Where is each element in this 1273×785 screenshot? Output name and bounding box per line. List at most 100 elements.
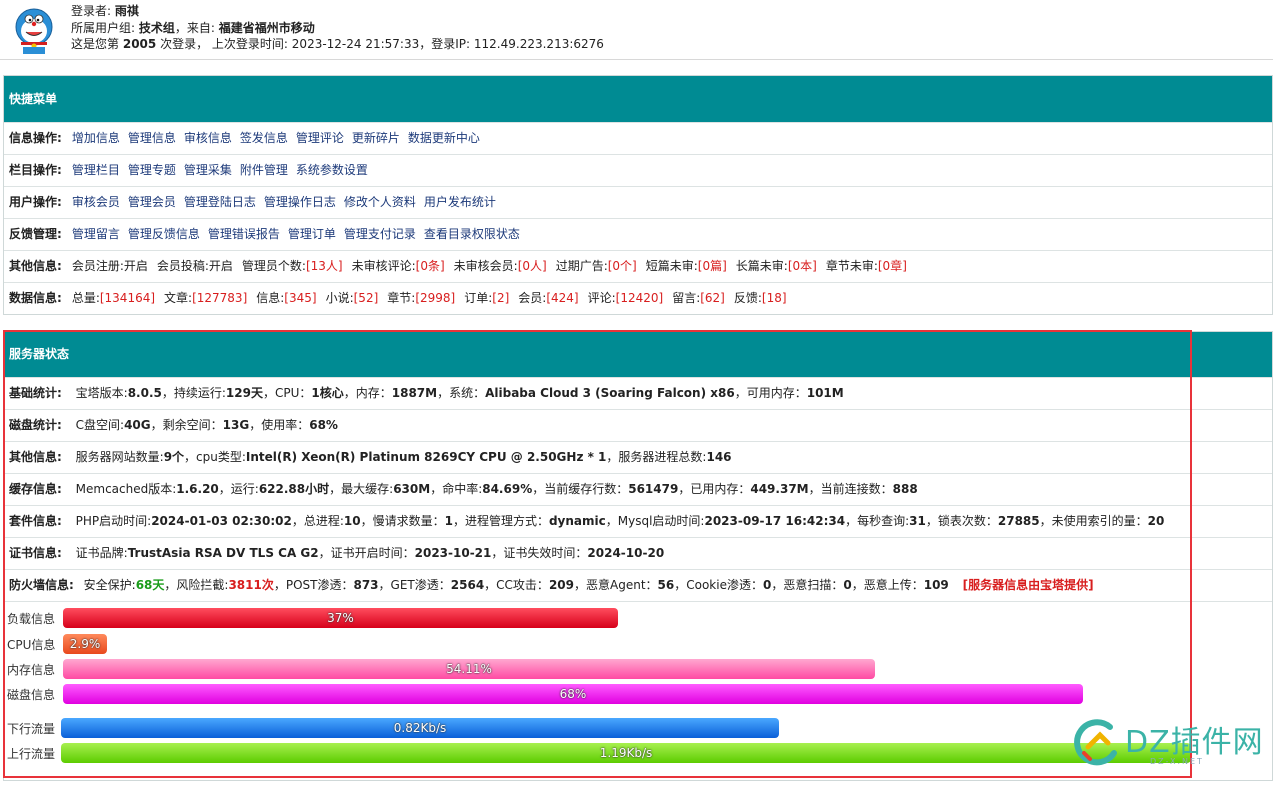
quick-menu-link[interactable]: 管理支付记录 (344, 227, 416, 241)
disk-total: 40G (124, 418, 151, 432)
item-value: [2998] (415, 291, 456, 305)
quick-menu-link[interactable]: 数据更新中心 (408, 131, 480, 145)
avatar (15, 8, 53, 54)
quick-menu-link[interactable]: 管理采集 (184, 163, 232, 177)
item-key: 未审核会员: (453, 259, 518, 273)
item-key: 会员: (518, 291, 547, 305)
login-ip: 112.49.223.213:6276 (473, 37, 604, 51)
user-label: 登录者: (71, 4, 112, 18)
quick-menu-link[interactable]: 修改个人资料 (344, 195, 416, 209)
disk-t1: C盘空间: (75, 418, 125, 432)
status-bar-fill: 37% (63, 608, 618, 628)
other-info-item: 未审核评论:[0条] (352, 259, 445, 273)
data-info-item: 订单:[2] (464, 291, 509, 305)
cache-t5: ，当前缓存行数： (532, 482, 629, 496)
from-label: ，来自: (174, 20, 215, 35)
item-key: 会员投稿:开启 (156, 259, 233, 273)
from-location: 福建省福州市移动 (218, 20, 315, 35)
cache-rows: 561479 (628, 482, 679, 496)
cache-t6: ，已用内存： (678, 482, 751, 496)
item-value: [345] (284, 291, 317, 305)
quick-menu-link[interactable]: 审核会员 (72, 195, 120, 209)
quick-menu-link[interactable]: 用户发布统计 (424, 195, 496, 209)
quick-menu-link[interactable]: 管理反馈信息 (128, 227, 200, 241)
quick-menu-link[interactable]: 管理评论 (296, 131, 344, 145)
item-value: [2] (492, 291, 510, 305)
item-value: [52] (353, 291, 379, 305)
firewall-info-row: 防火墙信息: 安全保护:68天，风险拦截:3811次，POST渗透：873，GE… (4, 569, 1272, 601)
watermark-subtext: DZ-X.NET (1150, 757, 1204, 766)
bt-source-note: [服务器信息由宝塔提供] (962, 578, 1094, 592)
quick-menu-link[interactable]: 查看目录权限状态 (424, 227, 520, 241)
risk-blocked: 3811次 (228, 578, 274, 592)
quick-menu-link[interactable]: 管理会员 (128, 195, 176, 209)
data-info-item: 会员:[424] (518, 291, 578, 305)
basic-t5: ，系统： (437, 386, 486, 400)
basic-t2: ，持续运行: (161, 386, 226, 400)
cert-t3: ，证书失效时间： (491, 546, 588, 560)
cache-used-mem: 449.37M (750, 482, 809, 496)
uptime: 129天 (225, 386, 263, 400)
item-key: 会员注册:开启 (71, 259, 148, 273)
item-key: 小说: (325, 291, 354, 305)
hit-rate: 84.69% (482, 482, 533, 496)
quick-menu-link[interactable]: 系统参数设置 (296, 163, 368, 177)
item-value: [0条] (415, 259, 445, 273)
status-bar-row: 内存信息 54.11% (7, 659, 1187, 679)
cert-brand: TrustAsia RSA DV TLS CA G2 (127, 546, 319, 560)
quick-menu-link[interactable]: 管理信息 (128, 131, 176, 145)
item-key: 信息: (256, 291, 285, 305)
mysql-start-time: 2023-09-17 16:42:34 (704, 514, 846, 528)
basic-t1: 宝塔版本: (75, 386, 128, 400)
other-t3: ，服务器进程总数: (606, 450, 707, 464)
cert-end: 2024-10-20 (587, 546, 665, 560)
quick-menu-link[interactable]: 管理留言 (72, 227, 120, 241)
quick-menu-link[interactable]: 附件管理 (240, 163, 288, 177)
quick-menu-link[interactable]: 管理订单 (288, 227, 336, 241)
quick-menu-link[interactable]: 签发信息 (240, 131, 288, 145)
item-key: 未审核评论: (351, 259, 416, 273)
quick-menu-link[interactable]: 更新碎片 (352, 131, 400, 145)
process-mode: dynamic (548, 514, 606, 528)
quick-menu-link[interactable]: 审核信息 (184, 131, 232, 145)
quick-menu-link[interactable]: 管理专题 (128, 163, 176, 177)
data-info-item: 章节:[2998] (387, 291, 455, 305)
row-divider (4, 601, 1272, 602)
cache-info-label: 缓存信息: (9, 482, 62, 496)
watermark-text: DZ插件网 (1125, 725, 1264, 760)
other-t2: ，cpu类型: (184, 450, 246, 464)
quick-menu-link[interactable]: 管理错误报告 (208, 227, 280, 241)
login-mid: 次登录， (160, 37, 209, 51)
suite-info-row: 套件信息: PHP启动时间:2024-01-03 02:30:02，总进程:10… (4, 505, 1272, 537)
memory-total: 1887M (391, 386, 438, 400)
fw-t7: ，Cookie渗透： (674, 578, 763, 592)
quick-menu-link[interactable]: 管理栏目 (72, 163, 120, 177)
login-user-line: 登录者: 雨祺 (71, 3, 604, 20)
status-bar-fill: 2.9% (63, 634, 107, 654)
cert-start: 2023-10-21 (414, 546, 492, 560)
process-count: 146 (706, 450, 732, 464)
other-info-item: 管理员个数:[13人] (242, 259, 343, 273)
fw-t1: 安全保护: (83, 578, 136, 592)
quick-menu-link[interactable]: 管理操作日志 (264, 195, 336, 209)
data-info-item: 信息:[345] (256, 291, 316, 305)
data-info-label: 数据信息: (9, 291, 62, 305)
data-info-item: 小说:[52] (326, 291, 379, 305)
php-processes: 10 (343, 514, 361, 528)
item-key: 章节: (387, 291, 416, 305)
basic-t4: ，内存： (343, 386, 392, 400)
quick-menu-row-label: 反馈管理: (9, 227, 62, 241)
quick-menu-link[interactable]: 管理登陆日志 (184, 195, 256, 209)
quick-menu-row: 栏目操作: 管理栏目 管理专题 管理采集 附件管理 系统参数设置 (4, 154, 1272, 186)
data-info-item: 反馈:[18] (734, 291, 787, 305)
quick-menu-link[interactable]: 增加信息 (72, 131, 120, 145)
cache-t2: ，运行: (218, 482, 259, 496)
status-bar-fill: 68% (63, 684, 1083, 704)
bt-version: 8.0.5 (127, 386, 162, 400)
quick-menu-panel: 快捷菜单 信息操作: 增加信息 管理信息 审核信息 签发信息 管理评论 更新碎片 数据更新中心… (3, 75, 1273, 315)
slow-requests: 1 (444, 514, 453, 528)
cache-t4: ，命中率: (430, 482, 483, 496)
fw-t3: ，POST渗透： (273, 578, 354, 592)
memcached-runtime: 622.88小时 (258, 482, 330, 496)
traffic-bar: 1.19Kb/s (61, 743, 1191, 763)
